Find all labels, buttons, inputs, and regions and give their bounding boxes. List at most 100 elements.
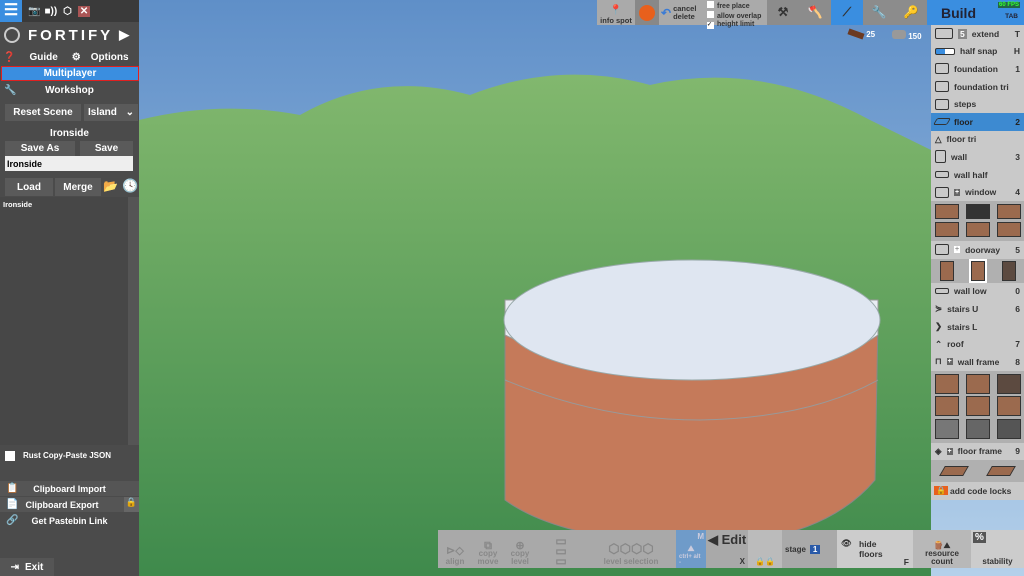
trowel-tool[interactable]: ⟋ xyxy=(831,0,863,25)
guide-button[interactable]: Guide xyxy=(29,52,57,63)
palette-item-half-snap[interactable]: half snap H xyxy=(931,43,1024,61)
copy-move-button[interactable]: ⧉ copy move xyxy=(472,530,504,568)
save-list-item[interactable]: Ironside xyxy=(0,197,139,212)
item-label: floor tri xyxy=(946,134,977,145)
close-box-icon[interactable]: ✕ xyxy=(77,5,91,17)
floor-frame-variant[interactable] xyxy=(939,466,970,477)
clock-icon[interactable]: 🕓 xyxy=(122,178,138,194)
load-button[interactable]: Load xyxy=(5,178,53,196)
hide-floors-button[interactable]: 👁 hide floors F xyxy=(837,530,913,568)
pastebin-button[interactable]: 🔗 Get Pastebin Link xyxy=(0,513,139,528)
align-button[interactable]: ⊳◇ align xyxy=(438,530,472,568)
options-button[interactable]: Options xyxy=(91,52,129,63)
palette-item-wall-half[interactable]: wall half xyxy=(931,166,1024,184)
palette-item-wall-low[interactable]: wall low 0 xyxy=(931,283,1024,301)
merge-button[interactable]: Merge xyxy=(55,178,101,196)
help-icon[interactable]: ❓ xyxy=(3,52,15,63)
frame-variant[interactable] xyxy=(934,373,959,394)
palette-item-foundation-tri[interactable]: foundation tri xyxy=(931,78,1024,96)
map-select[interactable]: Island ⌄ xyxy=(84,104,138,121)
expand-icon[interactable]: + xyxy=(946,358,953,366)
scene-name-input[interactable] xyxy=(5,156,133,171)
frame-variant[interactable] xyxy=(934,396,959,417)
clipboard-import-button[interactable]: 📋 Clipboard Import xyxy=(0,481,139,496)
multiplayer-button[interactable]: Multiplayer xyxy=(1,66,139,81)
palette-item-foundation[interactable]: foundation 1 xyxy=(931,60,1024,78)
expand-icon[interactable]: + xyxy=(954,246,961,254)
cube-icon[interactable]: ⬡ xyxy=(63,6,72,17)
menu-icon[interactable]: ☰ xyxy=(0,0,22,22)
window-variant[interactable] xyxy=(965,222,990,238)
frame-variant[interactable] xyxy=(996,419,1021,440)
info-spot-button[interactable]: 📍 info spot xyxy=(597,0,635,25)
copy-level-button[interactable]: ⊕ copy level xyxy=(504,530,536,568)
cancel-delete-button[interactable]: ↶ cancel delete xyxy=(659,0,707,25)
palette-item-wall[interactable]: wall 3 xyxy=(931,148,1024,166)
height-limit-checkbox[interactable]: ✓ height limit xyxy=(707,21,767,29)
window-variant[interactable] xyxy=(996,204,1021,220)
stage-control[interactable]: stage 1 xyxy=(782,530,837,568)
edit-button[interactable]: ◀ Edit X xyxy=(706,530,748,568)
palette-item-stairs-u[interactable]: ⋟ stairs U 6 xyxy=(931,300,1024,318)
camera-icon[interactable]: 📷 xyxy=(28,6,40,17)
frame-variant[interactable] xyxy=(934,419,959,440)
x-key: X xyxy=(739,557,745,566)
window-variant[interactable] xyxy=(996,222,1021,238)
window-variant[interactable] xyxy=(965,204,990,220)
extend-row[interactable]: 5 extend T xyxy=(931,25,1024,43)
lock-edit-button[interactable]: 🔒🔒 xyxy=(748,530,782,568)
free-place-checkbox[interactable]: free place xyxy=(707,1,767,11)
reset-scene-button[interactable]: Reset Scene xyxy=(5,104,81,121)
level-stack[interactable]: ▭ ▭ ▭ xyxy=(536,530,586,568)
save-button[interactable]: Save xyxy=(80,141,133,156)
workshop-button[interactable]: 🔧 Workshop xyxy=(0,83,139,98)
3d-viewport[interactable] xyxy=(0,0,1024,576)
expand-icon[interactable]: + xyxy=(954,188,961,196)
scrollbar[interactable] xyxy=(128,197,139,445)
record-icon[interactable]: ■)) xyxy=(44,6,57,17)
build-button[interactable]: Build 60 FPS TAB xyxy=(927,0,1024,25)
palette-item-wall-frame[interactable]: ⊓ + wall frame 8 xyxy=(931,353,1024,371)
palette-item-doorway[interactable]: + doorway 5 xyxy=(931,241,1024,259)
door-variant[interactable] xyxy=(968,258,987,283)
folder-icon[interactable]: 📂 xyxy=(103,179,118,193)
window-variant[interactable] xyxy=(934,222,959,238)
door-tool-button[interactable] xyxy=(635,0,659,25)
window-variant[interactable] xyxy=(934,204,959,220)
exit-button[interactable]: ⇥ Exit xyxy=(0,558,54,576)
frame-variant[interactable] xyxy=(996,396,1021,417)
frame-variant[interactable] xyxy=(965,419,990,440)
clipboard-export-button[interactable]: 📄 Clipboard Export xyxy=(0,497,124,512)
add-code-locks-button[interactable]: 🔒 add code locks xyxy=(931,482,1024,500)
gear-icon[interactable]: ⚙ xyxy=(72,52,81,63)
frame-variant[interactable] xyxy=(965,396,990,417)
palette-item-roof[interactable]: ⌃ roof 7 xyxy=(931,335,1024,353)
frame-variant[interactable] xyxy=(965,373,990,394)
floor-frame-variant[interactable] xyxy=(985,466,1016,477)
palette-item-floor[interactable]: floor 2 xyxy=(931,112,1024,131)
palette-item-steps[interactable]: steps xyxy=(931,95,1024,113)
key-tool[interactable]: 🔑 xyxy=(895,0,927,25)
frame-variant[interactable] xyxy=(996,373,1021,394)
palette-item-floor-frame[interactable]: ◈ + floor frame 9 xyxy=(931,443,1024,461)
wrench-tool[interactable]: 🔧 xyxy=(863,0,895,25)
extend-value[interactable]: 5 xyxy=(958,28,967,39)
door-variant[interactable] xyxy=(1001,260,1016,281)
save-as-button[interactable]: Save As xyxy=(5,141,75,156)
stability-button[interactable]: % stability xyxy=(971,530,1024,568)
palette-item-floor-tri[interactable]: △ floor tri xyxy=(931,131,1024,149)
palette-item-window[interactable]: + window 4 xyxy=(931,183,1024,201)
expand-icon[interactable]: + xyxy=(946,447,953,455)
ctrl-alt-button[interactable]: M ⛰ ctrl+ alt - xyxy=(676,530,706,568)
resource-count-button[interactable]: 🪵⛰ resource count xyxy=(913,530,971,568)
collapse-icon[interactable]: ▶ xyxy=(119,27,129,43)
allow-overlap-checkbox[interactable]: allow overlap xyxy=(707,11,767,21)
palette-item-stairs-l[interactable]: ❯ stairs L xyxy=(931,318,1024,336)
rust-json-checkbox[interactable] xyxy=(5,450,15,461)
door-variant[interactable] xyxy=(939,260,954,281)
hammer-tool[interactable]: ⚒ xyxy=(767,0,799,25)
axe-tool[interactable]: 🪓 xyxy=(799,0,831,25)
stage-value[interactable]: 1 xyxy=(809,545,821,554)
level-selection[interactable]: ⬡⬡⬡⬡ level selection xyxy=(586,530,676,568)
item-label: floor xyxy=(954,116,973,127)
